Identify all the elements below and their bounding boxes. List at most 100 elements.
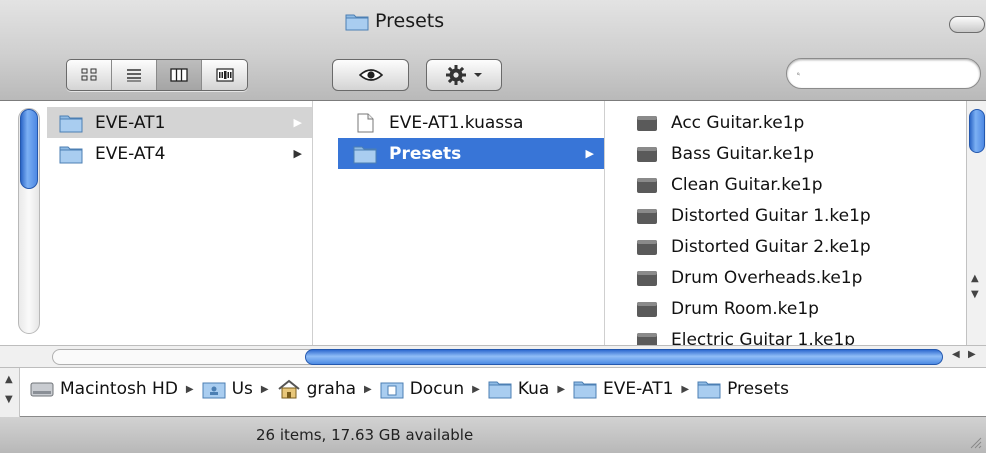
- window-title: Presets: [345, 8, 444, 34]
- list-item[interactable]: EVE-AT1.kuassa: [338, 107, 604, 138]
- folder-icon: [573, 381, 597, 399]
- column-1-vertical-scrollbar[interactable]: [0, 101, 47, 345]
- list-item[interactable]: EVE-AT1 ▶: [47, 107, 312, 138]
- home-icon: [278, 379, 300, 399]
- browser-column-2: EVE-AT1.kuassa Presets ▶: [312, 101, 617, 345]
- cover-flow-view-button[interactable]: [202, 60, 247, 90]
- resize-grip-icon[interactable]: [968, 435, 982, 449]
- breadcrumb-separator-icon: ▶: [557, 383, 566, 395]
- users-folder-icon: [202, 382, 226, 399]
- list-item[interactable]: EVE-AT4 ▶: [47, 138, 312, 169]
- icon-view-icon: [81, 68, 97, 81]
- column-browser: EVE-AT1 ▶ EVE-AT4 ▶ EVE-AT1.kuassa Prese…: [0, 101, 986, 350]
- item-label: Distorted Guitar 1.ke1p: [671, 205, 871, 226]
- breadcrumb-separator-icon: ▶: [185, 383, 194, 395]
- scroll-up-arrow-icon[interactable]: ▲: [5, 374, 13, 385]
- breadcrumb-separator-icon: ▶: [681, 383, 690, 395]
- breadcrumb-label: Macintosh HD: [60, 379, 178, 399]
- list-item[interactable]: Drum Room.ke1p: [635, 293, 965, 324]
- cover-flow-view-icon: [215, 68, 234, 82]
- eye-icon: [358, 69, 383, 81]
- scroll-thumb[interactable]: [305, 349, 943, 365]
- search-field[interactable]: [786, 58, 981, 89]
- folder-icon: [697, 381, 721, 399]
- path-bar: ▲ ▼ Macintosh HD ▶ Us ▶ graha ▶ Docun ▶ Kua ▶ EVE-…: [0, 367, 986, 418]
- hard-drive-icon: [30, 382, 54, 397]
- horizontal-scrollbar[interactable]: ◀ ▶: [0, 345, 986, 367]
- action-menu-button[interactable]: [426, 59, 502, 91]
- breadcrumb-item[interactable]: Macintosh HD: [30, 379, 178, 399]
- column-3-vertical-scrollbar[interactable]: ▲ ▼: [966, 101, 986, 345]
- documents-folder-icon: [380, 382, 404, 399]
- breadcrumb-item[interactable]: Kua: [488, 379, 550, 399]
- view-mode-control: [66, 59, 248, 91]
- breadcrumb-label: graha: [306, 379, 357, 399]
- scroll-thumb[interactable]: [969, 109, 985, 153]
- breadcrumb-item[interactable]: Docun: [380, 379, 464, 399]
- breadcrumb-separator-icon: ▶: [472, 383, 480, 395]
- folder-icon: [59, 115, 83, 132]
- file-icon: [637, 146, 657, 162]
- list-item[interactable]: Presets ▶: [338, 138, 604, 169]
- toolbar: Presets: [0, 0, 986, 101]
- chevron-down-icon: [474, 73, 482, 77]
- scroll-up-arrow-icon[interactable]: ▲: [971, 273, 979, 284]
- search-input[interactable]: [806, 65, 980, 82]
- list-item[interactable]: Distorted Guitar 1.ke1p: [635, 200, 965, 231]
- folder-icon: [353, 146, 377, 163]
- disclosure-arrow-icon: ▶: [293, 147, 302, 160]
- list-item[interactable]: Distorted Guitar 2.ke1p: [635, 231, 965, 262]
- breadcrumb: Macintosh HD ▶ Us ▶ graha ▶ Docun ▶ Kua ▶ EVE-AT1 ▶…: [30, 379, 789, 399]
- breadcrumb-separator-icon: ▶: [260, 383, 269, 395]
- item-label: Presets: [389, 143, 462, 164]
- gear-icon: [446, 65, 466, 85]
- breadcrumb-item[interactable]: Us: [202, 379, 253, 399]
- item-label: Distorted Guitar 2.ke1p: [671, 236, 871, 257]
- folder-icon: [59, 146, 83, 163]
- column-view-button[interactable]: [157, 60, 202, 90]
- file-icon: [637, 115, 657, 131]
- status-bar: 26 items, 17.63 GB available: [0, 417, 986, 453]
- quick-look-button[interactable]: [332, 59, 409, 91]
- breadcrumb-item[interactable]: graha: [277, 379, 356, 399]
- scroll-thumb[interactable]: [20, 109, 38, 189]
- item-label: Drum Room.ke1p: [671, 298, 819, 319]
- list-view-button[interactable]: [112, 60, 157, 90]
- breadcrumb-label: Presets: [727, 379, 789, 399]
- list-view-icon: [127, 69, 141, 82]
- breadcrumb-separator-icon: ▶: [364, 383, 372, 395]
- list-item[interactable]: Bass Guitar.ke1p: [635, 138, 965, 169]
- item-label: Bass Guitar.ke1p: [671, 143, 815, 164]
- browser-column-1: EVE-AT1 ▶ EVE-AT4 ▶: [0, 101, 324, 345]
- file-icon: [637, 270, 657, 286]
- scroll-down-arrow-icon[interactable]: ▼: [971, 289, 979, 300]
- breadcrumb-label: EVE-AT1: [603, 379, 674, 399]
- scroll-down-arrow-icon[interactable]: ▼: [5, 394, 13, 405]
- breadcrumb-item[interactable]: EVE-AT1: [573, 379, 673, 399]
- item-label: EVE-AT1.kuassa: [389, 112, 524, 133]
- folder-icon: [345, 14, 369, 30]
- file-icon: [637, 301, 657, 317]
- toolbar-toggle-button[interactable]: [949, 16, 985, 33]
- disclosure-arrow-icon: ▶: [585, 147, 594, 160]
- path-bar-scrollbar[interactable]: ▲ ▼: [0, 368, 20, 418]
- browser-column-3: Acc Guitar.ke1p Bass Guitar.ke1p Clean Gui…: [604, 101, 966, 350]
- icon-view-button[interactable]: [67, 60, 112, 90]
- list-item[interactable]: Clean Guitar.ke1p: [635, 169, 965, 200]
- item-label: Acc Guitar.ke1p: [671, 112, 805, 133]
- list-item[interactable]: Acc Guitar.ke1p: [635, 107, 965, 138]
- column-view-icon: [170, 68, 188, 82]
- list-item[interactable]: Drum Overheads.ke1p: [635, 262, 965, 293]
- file-icon: [637, 177, 657, 193]
- window-title-text: Presets: [375, 10, 445, 32]
- file-icon: [637, 239, 657, 255]
- breadcrumb-label: Kua: [517, 379, 550, 399]
- status-text: 26 items, 17.63 GB available: [256, 426, 474, 444]
- breadcrumb-label: Docun: [409, 379, 465, 399]
- item-label: Clean Guitar.ke1p: [671, 174, 823, 195]
- breadcrumb-item[interactable]: Presets: [697, 379, 789, 399]
- folder-icon: [488, 381, 512, 399]
- scroll-left-arrow-icon[interactable]: ◀: [952, 349, 960, 360]
- item-label: Drum Overheads.ke1p: [671, 267, 863, 288]
- scroll-right-arrow-icon[interactable]: ▶: [968, 349, 976, 360]
